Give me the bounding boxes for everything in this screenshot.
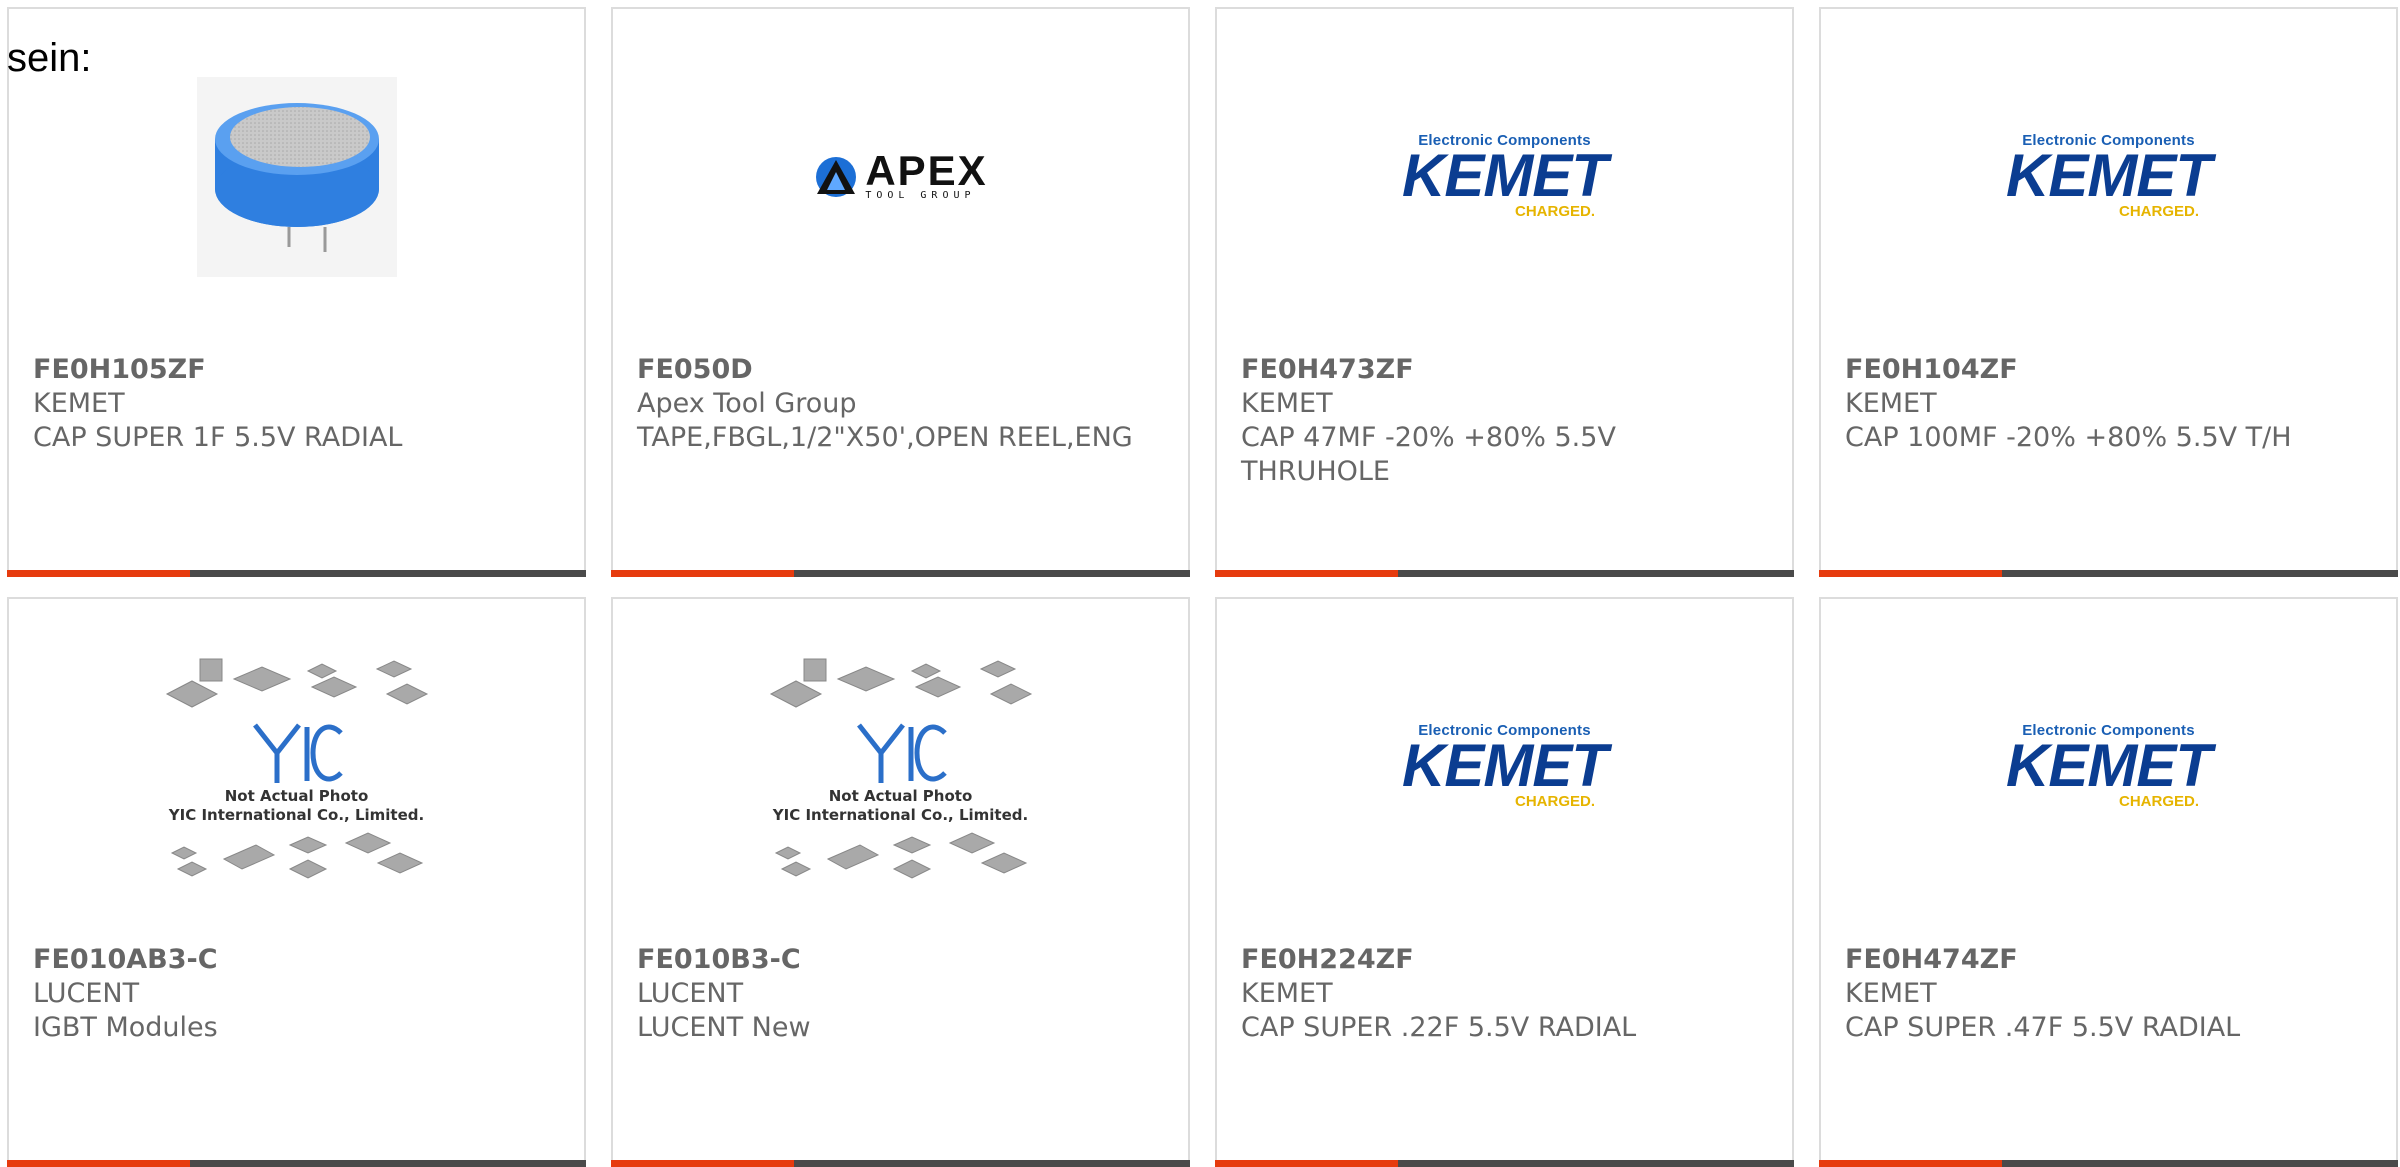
manufacturer: KEMET bbox=[33, 388, 125, 419]
kemet-logo-icon: Electronic Components KEMET CHARGED. bbox=[1402, 722, 1608, 811]
chip-cluster-icon bbox=[769, 658, 1032, 708]
part-number[interactable]: FE050D bbox=[637, 353, 1164, 387]
apex-logo-word: APEX bbox=[865, 146, 988, 194]
chip-cluster-icon bbox=[170, 831, 423, 879]
product-image[interactable]: Electronic Components KEMET CHARGED. bbox=[1821, 69, 2396, 284]
product-image[interactable]: Not Actual Photo YIC International Co., … bbox=[9, 658, 584, 879]
card-accent-bar bbox=[611, 1160, 794, 1167]
manufacturer: KEMET bbox=[1845, 388, 1937, 419]
yic-mark-icon bbox=[856, 722, 947, 783]
product-image[interactable] bbox=[9, 69, 584, 284]
product-info: FE010B3-C LUCENT LUCENT New bbox=[637, 943, 1164, 1045]
description: CAP 100MF -20% +80% 5.5V T/H bbox=[1845, 422, 2292, 453]
product-card[interactable]: Not Actual Photo YIC International Co., … bbox=[7, 597, 586, 1167]
product-info: FE0H474ZF KEMET CAP SUPER .47F 5.5V RADI… bbox=[1845, 943, 2372, 1045]
apex-logo-sub: TOOL GROUP bbox=[865, 189, 976, 201]
product-image[interactable]: Not Actual Photo YIC International Co., … bbox=[613, 658, 1188, 879]
card-bottom-bar bbox=[1819, 1160, 2398, 1167]
part-number[interactable]: FE0H104ZF bbox=[1845, 353, 2372, 387]
product-image[interactable]: APEX TOOL GROUP bbox=[613, 69, 1188, 284]
description: LUCENT New bbox=[637, 1012, 811, 1043]
yic-placeholder-icon: Not Actual Photo YIC International Co., … bbox=[162, 649, 432, 885]
placeholder-line2: YIC International Co., Limited. bbox=[772, 805, 1029, 824]
card-accent-bar bbox=[1819, 570, 2002, 577]
card-accent-bar bbox=[7, 570, 190, 577]
part-number[interactable]: FE010B3-C bbox=[637, 943, 1164, 977]
description: CAP SUPER .22F 5.5V RADIAL bbox=[1241, 1012, 1637, 1043]
product-card[interactable]: Electronic Components KEMET CHARGED. FE0… bbox=[1819, 7, 2398, 577]
description: CAP SUPER .47F 5.5V RADIAL bbox=[1845, 1012, 2241, 1043]
card-accent-bar bbox=[7, 1160, 190, 1167]
kemet-logo-icon: Electronic Components KEMET CHARGED. bbox=[2006, 132, 2212, 221]
product-image[interactable]: Electronic Components KEMET CHARGED. bbox=[1217, 659, 1792, 874]
card-bottom-bar bbox=[1215, 1160, 1794, 1167]
card-accent-bar bbox=[1819, 1160, 2002, 1167]
product-grid: FE0H105ZF KEMET CAP SUPER 1F 5.5V RADIAL… bbox=[7, 7, 2398, 1167]
product-image[interactable]: Electronic Components KEMET CHARGED. bbox=[1217, 69, 1792, 284]
product-card[interactable]: Not Actual Photo YIC International Co., … bbox=[611, 597, 1190, 1167]
kemet-logo-sub: CHARGED. bbox=[1514, 793, 1595, 810]
part-number[interactable]: FE010AB3-C bbox=[33, 943, 560, 977]
product-info: FE050D Apex Tool Group TAPE,FBGL,1/2"X50… bbox=[637, 353, 1164, 455]
apex-triangle-icon bbox=[816, 156, 857, 197]
manufacturer: KEMET bbox=[1241, 978, 1333, 1009]
card-bottom-bar bbox=[7, 570, 586, 577]
lead-text: sein: bbox=[7, 36, 92, 80]
manufacturer: Apex Tool Group bbox=[637, 388, 857, 419]
part-number[interactable]: FE0H105ZF bbox=[33, 353, 560, 387]
part-number[interactable]: FE0H474ZF bbox=[1845, 943, 2372, 977]
kemet-logo-icon: Electronic Components KEMET CHARGED. bbox=[1402, 132, 1608, 221]
card-accent-bar bbox=[611, 570, 794, 577]
product-info: FE010AB3-C LUCENT IGBT Modules bbox=[33, 943, 560, 1045]
card-bottom-bar bbox=[611, 1160, 1190, 1167]
manufacturer: KEMET bbox=[1845, 978, 1937, 1009]
kemet-logo-sub: CHARGED. bbox=[2118, 793, 2199, 810]
product-card[interactable]: Electronic Components KEMET CHARGED. FE0… bbox=[1819, 597, 2398, 1167]
description: CAP SUPER 1F 5.5V RADIAL bbox=[33, 422, 403, 453]
product-card[interactable]: APEX TOOL GROUP FE050D Apex Tool Group T… bbox=[611, 7, 1190, 577]
manufacturer: LUCENT bbox=[637, 978, 744, 1009]
kemet-logo-sub: CHARGED. bbox=[1514, 203, 1595, 220]
yic-placeholder-icon: Not Actual Photo YIC International Co., … bbox=[766, 649, 1036, 885]
kemet-logo-word: KEMET bbox=[1402, 732, 1608, 799]
card-bottom-bar bbox=[1215, 570, 1794, 577]
kemet-logo-icon: Electronic Components KEMET CHARGED. bbox=[2006, 722, 2212, 811]
supercapacitor-photo-icon bbox=[196, 76, 397, 277]
yic-mark-icon bbox=[252, 722, 343, 783]
product-info: FE0H473ZF KEMET CAP 47MF -20% +80% 5.5V … bbox=[1241, 353, 1768, 489]
kemet-logo-word: KEMET bbox=[2006, 732, 2212, 799]
placeholder-line2: YIC International Co., Limited. bbox=[168, 805, 425, 824]
chip-cluster-icon bbox=[774, 831, 1027, 879]
description: TAPE,FBGL,1/2"X50',OPEN REEL,ENG bbox=[637, 422, 1133, 453]
kemet-logo-sub: CHARGED. bbox=[2118, 203, 2199, 220]
manufacturer: KEMET bbox=[1241, 388, 1333, 419]
product-card[interactable]: FE0H105ZF KEMET CAP SUPER 1F 5.5V RADIAL bbox=[7, 7, 586, 577]
product-info: FE0H224ZF KEMET CAP SUPER .22F 5.5V RADI… bbox=[1241, 943, 1768, 1045]
card-accent-bar bbox=[1215, 570, 1398, 577]
placeholder-line1: Not Actual Photo bbox=[828, 786, 973, 805]
manufacturer: LUCENT bbox=[33, 978, 140, 1009]
card-bottom-bar bbox=[611, 570, 1190, 577]
part-number[interactable]: FE0H473ZF bbox=[1241, 353, 1768, 387]
card-bottom-bar bbox=[7, 1160, 586, 1167]
part-number[interactable]: FE0H224ZF bbox=[1241, 943, 1768, 977]
product-card[interactable]: Electronic Components KEMET CHARGED. FE0… bbox=[1215, 7, 1794, 577]
card-bottom-bar bbox=[1819, 570, 2398, 577]
kemet-logo-word: KEMET bbox=[2006, 142, 2212, 209]
kemet-logo-word: KEMET bbox=[1402, 142, 1608, 209]
product-info: FE0H105ZF KEMET CAP SUPER 1F 5.5V RADIAL bbox=[33, 353, 560, 455]
placeholder-line1: Not Actual Photo bbox=[224, 786, 369, 805]
card-accent-bar bbox=[1215, 1160, 1398, 1167]
chip-cluster-icon bbox=[165, 658, 428, 708]
description: CAP 47MF -20% +80% 5.5V THRUHOLE bbox=[1241, 422, 1616, 487]
apex-logo-icon: APEX TOOL GROUP bbox=[813, 146, 988, 202]
product-card[interactable]: Electronic Components KEMET CHARGED. FE0… bbox=[1215, 597, 1794, 1167]
description: IGBT Modules bbox=[33, 1012, 218, 1043]
product-info: FE0H104ZF KEMET CAP 100MF -20% +80% 5.5V… bbox=[1845, 353, 2372, 455]
product-image[interactable]: Electronic Components KEMET CHARGED. bbox=[1821, 659, 2396, 874]
